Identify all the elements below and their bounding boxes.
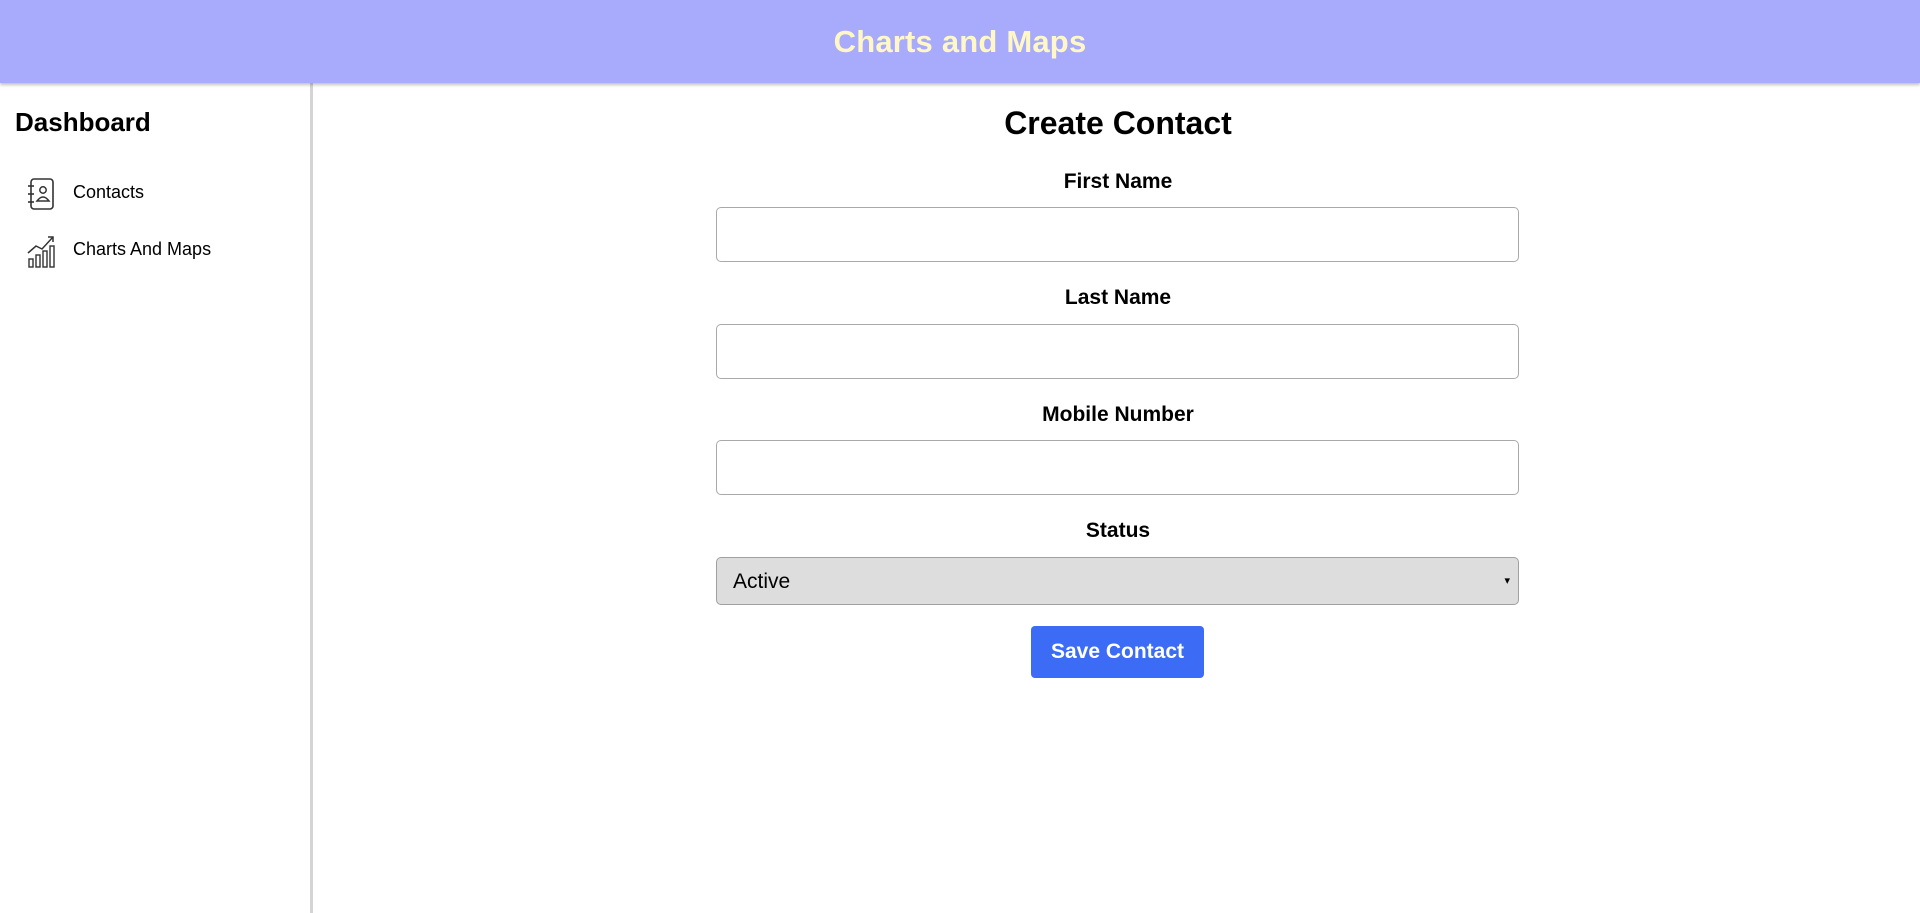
page-title: Create Contact bbox=[1004, 105, 1232, 141]
main-content: Create Contact First Name Last Name Mobi… bbox=[316, 83, 1920, 913]
first-name-input[interactable] bbox=[716, 207, 1519, 262]
last-name-input[interactable] bbox=[716, 324, 1519, 379]
contacts-book-icon bbox=[28, 178, 54, 210]
sidebar-item-label: Contacts bbox=[73, 182, 145, 202]
last-name-label: Last Name bbox=[1064, 286, 1172, 309]
chevron-down-icon: ▾ bbox=[1504, 575, 1510, 587]
sidebar-item-contacts[interactable]: Contacts bbox=[0, 170, 310, 216]
mobile-number-input[interactable] bbox=[716, 440, 1519, 495]
status-select[interactable]: Active ▾ bbox=[716, 557, 1519, 605]
status-label: Status bbox=[1085, 519, 1151, 542]
sidebar-item-charts-and-maps[interactable]: Charts And Maps bbox=[0, 227, 310, 273]
mobile-number-label: Mobile Number bbox=[1042, 403, 1194, 426]
status-selected-value: Active bbox=[733, 570, 791, 593]
sidebar-item-label: Charts And Maps bbox=[73, 239, 212, 259]
bar-chart-trend-icon bbox=[27, 236, 55, 268]
app-header: Charts and Maps bbox=[0, 0, 1920, 83]
first-name-label: First Name bbox=[1063, 170, 1173, 193]
save-contact-button[interactable]: Save Contact bbox=[1031, 626, 1204, 678]
sidebar-title: Dashboard bbox=[15, 107, 151, 137]
app-title: Charts and Maps bbox=[833, 23, 1087, 59]
sidebar: Dashboard Contacts Charts And Maps bbox=[0, 83, 313, 913]
